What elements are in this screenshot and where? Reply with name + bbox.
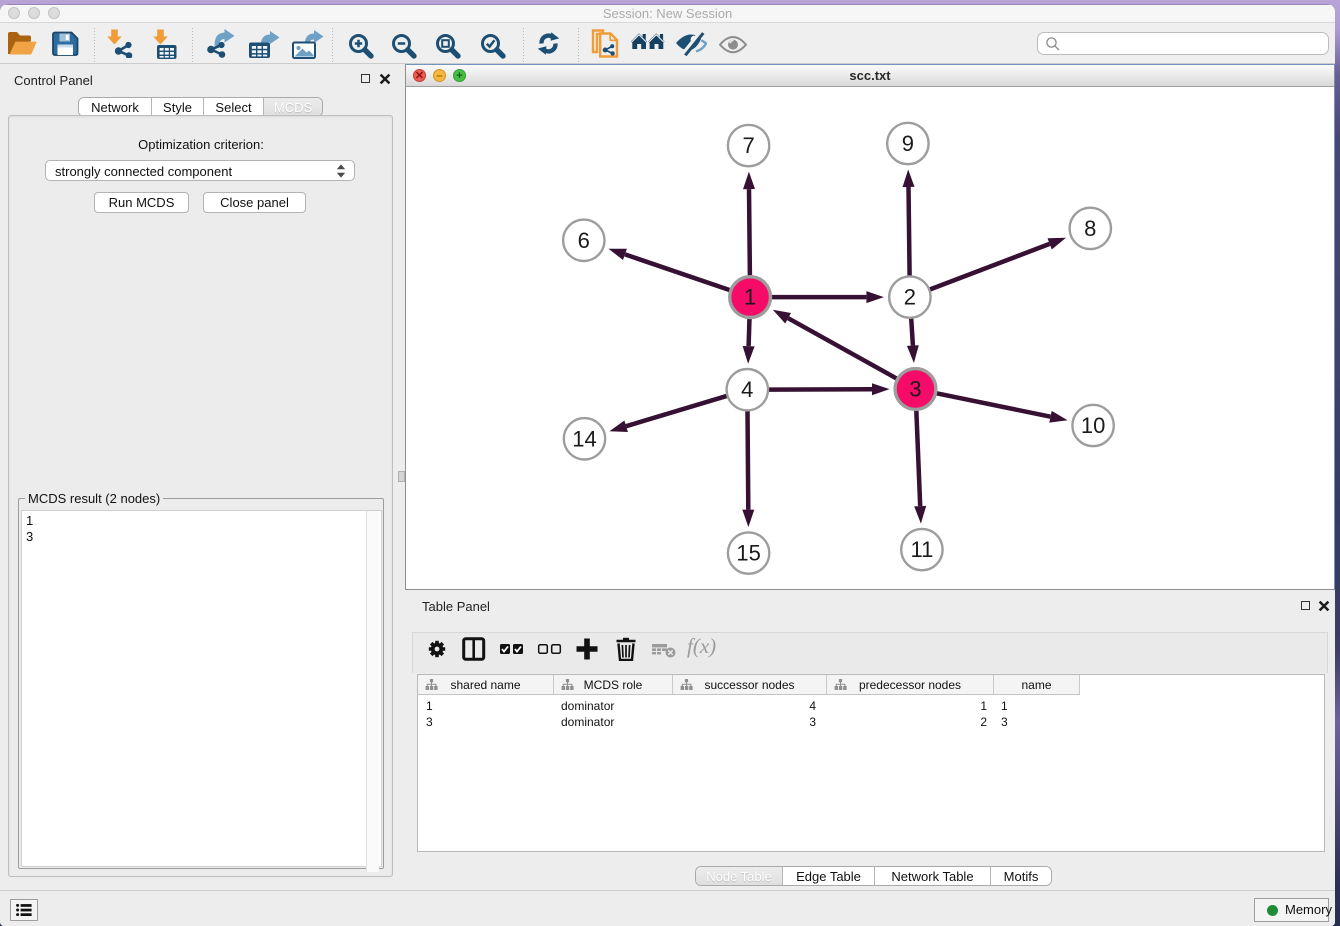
- svg-text:14: 14: [572, 426, 596, 451]
- svg-text:10: 10: [1081, 413, 1105, 438]
- svg-text:15: 15: [736, 541, 760, 566]
- svg-text:6: 6: [578, 228, 590, 253]
- svg-text:1: 1: [744, 285, 756, 310]
- svg-text:8: 8: [1084, 216, 1096, 241]
- svg-text:4: 4: [741, 377, 753, 402]
- svg-text:9: 9: [902, 131, 914, 156]
- svg-text:2: 2: [904, 285, 916, 310]
- svg-text:3: 3: [909, 377, 921, 402]
- svg-text:11: 11: [910, 537, 933, 562]
- svg-text:7: 7: [742, 133, 754, 158]
